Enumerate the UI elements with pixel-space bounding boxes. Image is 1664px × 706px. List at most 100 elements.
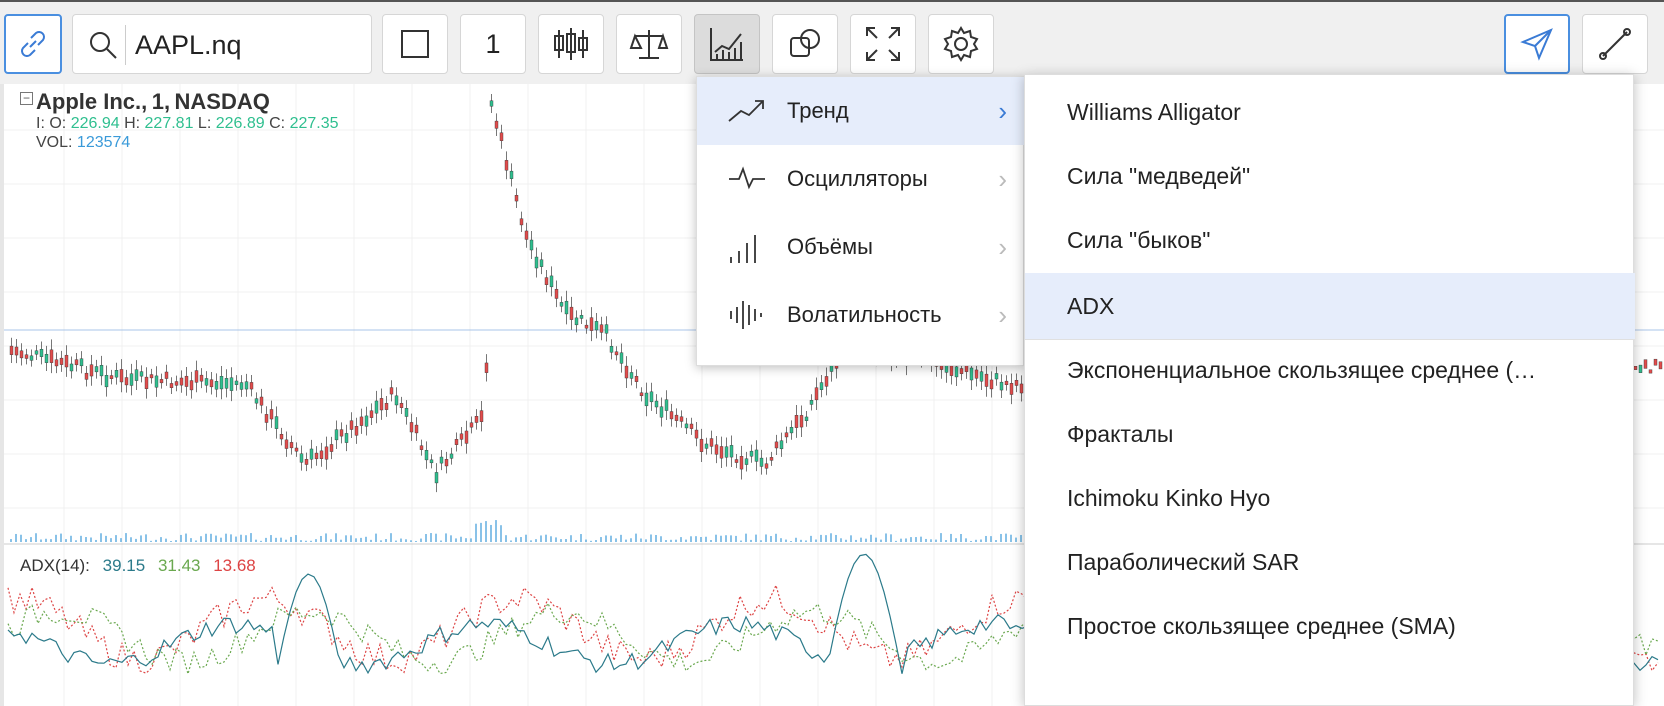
menu-indicator-item[interactable]: Простое скользящее среднее (SMA) bbox=[1025, 593, 1635, 661]
shapes-button[interactable] bbox=[772, 14, 838, 74]
search-icon bbox=[90, 32, 117, 59]
search-input[interactable] bbox=[135, 25, 360, 65]
candlestick-button[interactable] bbox=[538, 14, 604, 74]
candle-body bbox=[269, 409, 274, 420]
ohlc-row: I: O: 226.94 H: 227.81 L: 226.89 C: 227.… bbox=[36, 114, 339, 133]
chart-type-button[interactable] bbox=[382, 14, 448, 74]
volume-bar bbox=[45, 538, 47, 542]
candle-body bbox=[149, 374, 154, 379]
fullscreen-button[interactable] bbox=[850, 14, 916, 74]
volume-bar bbox=[260, 540, 262, 542]
volume-bar bbox=[1015, 537, 1017, 542]
chart-exchange: NASDAQ bbox=[174, 89, 270, 114]
candle-body bbox=[509, 170, 514, 179]
chart-legend: Apple Inc., 1, NASDAQ I: O: 226.94 H: 22… bbox=[36, 89, 339, 152]
volume-bar bbox=[430, 533, 432, 542]
chevron-right-icon: › bbox=[998, 299, 1007, 330]
menu-indicator-item[interactable]: Williams Alligator bbox=[1025, 79, 1635, 147]
cursor-button[interactable] bbox=[1504, 14, 1570, 74]
volume-bar bbox=[305, 540, 307, 542]
candle-body bbox=[9, 345, 14, 355]
menu-category-trend[interactable]: Тренд › bbox=[697, 77, 1025, 145]
volume-bar bbox=[670, 539, 672, 542]
volume-bar bbox=[915, 537, 917, 542]
volume-bar bbox=[490, 524, 492, 542]
collapse-legend-icon[interactable]: − bbox=[20, 92, 33, 105]
menu-category-oscillators[interactable]: Осцилляторы › bbox=[697, 145, 1025, 213]
volume-bar bbox=[890, 534, 892, 542]
menu-indicator-item-adx[interactable]: ADX bbox=[1025, 273, 1635, 339]
candle-body bbox=[349, 420, 354, 430]
volume-bar bbox=[495, 520, 497, 542]
candle-body bbox=[649, 391, 654, 403]
chevron-right-icon: › bbox=[998, 95, 1007, 126]
candle-body bbox=[479, 410, 484, 422]
candle-body bbox=[449, 453, 454, 459]
volume-bar bbox=[130, 537, 132, 542]
volume-bar bbox=[575, 540, 577, 542]
volume-bar bbox=[480, 522, 482, 542]
volume-bar bbox=[265, 537, 267, 542]
chevron-right-icon: › bbox=[998, 231, 1007, 262]
candle-body bbox=[769, 457, 774, 461]
volume-bar bbox=[15, 533, 17, 542]
volume-bar bbox=[525, 534, 527, 542]
menu-indicator-item[interactable]: Фракталы bbox=[1025, 401, 1635, 469]
menu-indicator-item[interactable]: Сила "быков" bbox=[1025, 207, 1635, 275]
candle-body bbox=[29, 355, 34, 361]
line-tool-button[interactable] bbox=[1582, 14, 1648, 74]
menu-category-volumes[interactable]: Объёмы › bbox=[697, 213, 1025, 281]
menu-indicator-item[interactable]: Сила "медведей" bbox=[1025, 143, 1635, 211]
volume-bar bbox=[825, 535, 827, 542]
candle-body bbox=[694, 429, 699, 439]
candle-body bbox=[239, 382, 244, 390]
candlestick-icon bbox=[554, 28, 588, 60]
candle-body bbox=[724, 446, 729, 458]
candle-body bbox=[719, 446, 724, 459]
volume-bar bbox=[650, 534, 652, 542]
menu-category-volatility[interactable]: Волатильность › bbox=[697, 281, 1025, 349]
menu-indicator-item[interactable]: Ichimoku Kinko Hyo bbox=[1025, 465, 1635, 533]
candle-body bbox=[759, 457, 764, 467]
volume-bar bbox=[785, 539, 787, 542]
menu-indicator-item[interactable]: Параболический SAR bbox=[1025, 529, 1635, 597]
candle-body bbox=[294, 447, 299, 452]
candle-body bbox=[794, 415, 799, 428]
close-value: 227.35 bbox=[289, 115, 339, 132]
volume-bar bbox=[860, 537, 862, 542]
volume-bar bbox=[850, 535, 852, 542]
volume-bar bbox=[615, 538, 617, 542]
candle-body bbox=[339, 429, 344, 437]
volume-bar bbox=[655, 534, 657, 542]
volume-bar bbox=[110, 538, 112, 542]
settings-button[interactable] bbox=[928, 14, 994, 74]
volume-bar bbox=[30, 537, 32, 542]
candle-body bbox=[344, 433, 349, 443]
link-button[interactable] bbox=[4, 14, 62, 74]
candle-body bbox=[74, 359, 79, 366]
cursor-arrow-icon bbox=[1520, 28, 1553, 61]
candle-body bbox=[324, 446, 329, 460]
volume-bar bbox=[885, 533, 887, 542]
candle-body bbox=[624, 365, 629, 379]
volume-bar bbox=[555, 537, 557, 542]
candle-body bbox=[219, 376, 224, 390]
compare-button[interactable] bbox=[616, 14, 682, 74]
candle-body bbox=[1638, 364, 1643, 373]
candle-body bbox=[534, 256, 539, 269]
volume-bar bbox=[190, 538, 192, 542]
volume-bar bbox=[25, 539, 27, 542]
volume-bar bbox=[145, 534, 147, 542]
volume-bar bbox=[70, 535, 72, 542]
volume-bar bbox=[845, 539, 847, 542]
candle-body bbox=[474, 416, 479, 423]
menu-indicator-item[interactable]: Экспоненциальное скользящее среднее (… bbox=[1025, 337, 1635, 405]
indicators-button[interactable] bbox=[694, 14, 760, 74]
symbol-search[interactable] bbox=[72, 14, 372, 74]
candle-body bbox=[979, 371, 984, 382]
volume-bar bbox=[10, 539, 12, 542]
volume-bar bbox=[880, 539, 882, 542]
interval-button[interactable]: 1 bbox=[460, 14, 526, 74]
volume-bar bbox=[485, 521, 487, 542]
candle-body bbox=[764, 463, 769, 469]
